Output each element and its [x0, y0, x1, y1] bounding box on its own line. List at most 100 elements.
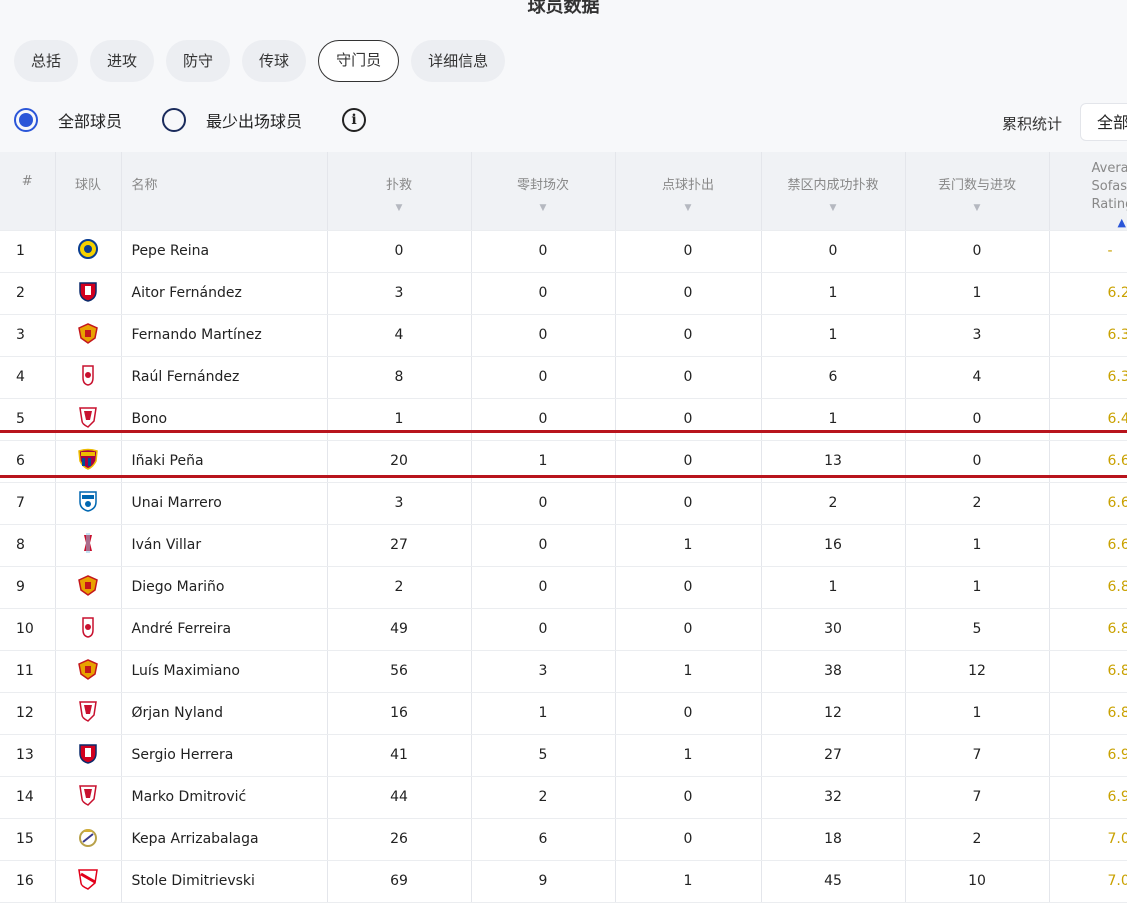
min-appearances-radio[interactable]	[162, 108, 186, 132]
sort-arrow-active-icon[interactable]: ▲	[1050, 216, 1127, 229]
saves-header[interactable]: 扑救▼	[327, 152, 471, 230]
table-row[interactable]: 8Iván Villar27011616.6	[0, 524, 1127, 566]
clean-sheets-header-label: 零封场次	[517, 178, 569, 193]
all-players-radio[interactable]	[14, 108, 38, 132]
table-row[interactable]: 15Kepa Arrizabalaga26601827.0	[0, 818, 1127, 860]
player-name-cell[interactable]: Iván Villar	[121, 524, 327, 566]
table-row[interactable]: 16Stole Dimitrievski699145107.0	[0, 860, 1127, 902]
saves-cell: 27	[327, 524, 471, 566]
tab-3[interactable]: 传球	[242, 40, 306, 82]
table-row[interactable]: 9Diego Mariño200116.8	[0, 566, 1127, 608]
tab-4[interactable]: 守门员	[318, 40, 399, 82]
rank-cell: 12	[0, 692, 55, 734]
tab-5[interactable]: 详细信息	[411, 40, 505, 82]
penalties-saved-header[interactable]: 点球扑出▼	[615, 152, 761, 230]
sort-arrow-icon[interactable]: ▼	[906, 203, 1049, 213]
table-row[interactable]: 14Marko Dmitrović44203276.9	[0, 776, 1127, 818]
player-name-cell[interactable]: Luís Maximiano	[121, 650, 327, 692]
player-name-cell[interactable]: Aitor Fernández	[121, 272, 327, 314]
team-cell[interactable]	[55, 692, 121, 734]
team-cell[interactable]	[55, 440, 121, 482]
granada-crest-icon[interactable]	[77, 364, 99, 390]
saves-cell: 1	[327, 398, 471, 440]
barcelona-crest-icon[interactable]	[77, 448, 99, 474]
player-name-cell[interactable]: André Ferreira	[121, 608, 327, 650]
saves-inside-box-header[interactable]: 禁区内成功扑救▼	[761, 152, 905, 230]
team-cell[interactable]	[55, 314, 121, 356]
villarreal-crest-icon[interactable]	[77, 238, 99, 264]
min-appearances-label[interactable]: 最少出场球员	[206, 108, 302, 132]
avg-rating-header[interactable]: Average Sofascore Rating▲	[1049, 152, 1127, 230]
team-cell[interactable]	[55, 272, 121, 314]
player-name-cell[interactable]: Pepe Reina	[121, 230, 327, 272]
saves-cell: 8	[327, 356, 471, 398]
sevilla-crest-icon[interactable]	[77, 700, 99, 726]
player-name-cell[interactable]: Iñaki Peña	[121, 440, 327, 482]
sort-arrow-icon[interactable]: ▼	[616, 203, 761, 213]
team-cell[interactable]	[55, 818, 121, 860]
player-name-cell[interactable]: Kepa Arrizabalaga	[121, 818, 327, 860]
player-name-cell[interactable]: Unai Marrero	[121, 482, 327, 524]
cumulative-stats-select[interactable]: 全部	[1080, 103, 1127, 141]
real-madrid-crest-icon[interactable]	[77, 826, 99, 852]
team-cell[interactable]	[55, 776, 121, 818]
info-circle-icon[interactable]: i	[342, 108, 366, 132]
team-cell[interactable]	[55, 356, 121, 398]
table-row[interactable]: 10André Ferreira49003056.8	[0, 608, 1127, 650]
player-name-cell[interactable]: Marko Dmitrović	[121, 776, 327, 818]
table-row[interactable]: 12Ørjan Nyland16101216.8	[0, 692, 1127, 734]
saves-inside-box-cell: 16	[761, 524, 905, 566]
player-name-cell[interactable]: Fernando Martínez	[121, 314, 327, 356]
penalties-saved-cell: 1	[615, 524, 761, 566]
celta-crest-icon[interactable]	[77, 532, 99, 558]
tab-0[interactable]: 总括	[14, 40, 78, 82]
player-name-cell[interactable]: Diego Mariño	[121, 566, 327, 608]
sevilla-crest-icon[interactable]	[77, 784, 99, 810]
penalties-saved-cell: 0	[615, 314, 761, 356]
almeria-crest-icon[interactable]	[77, 574, 99, 600]
team-cell[interactable]	[55, 860, 121, 902]
sort-arrow-icon[interactable]: ▼	[472, 203, 615, 213]
table-row[interactable]: 11Luís Maximiano563138126.8	[0, 650, 1127, 692]
osasuna-crest-icon[interactable]	[77, 742, 99, 768]
team-cell[interactable]	[55, 482, 121, 524]
player-name-cell[interactable]: Stole Dimitrievski	[121, 860, 327, 902]
team-cell[interactable]	[55, 230, 121, 272]
team-cell[interactable]	[55, 566, 121, 608]
almeria-crest-icon[interactable]	[77, 322, 99, 348]
tab-2[interactable]: 防守	[166, 40, 230, 82]
granada-crest-icon[interactable]	[77, 616, 99, 642]
almeria-crest-icon[interactable]	[77, 658, 99, 684]
table-row[interactable]: 5Bono100106.4	[0, 398, 1127, 440]
all-players-label[interactable]: 全部球员	[58, 108, 122, 132]
table-row[interactable]: 4Raúl Fernández800646.3	[0, 356, 1127, 398]
table-row[interactable]: 7Unai Marrero300226.6	[0, 482, 1127, 524]
player-name-cell[interactable]: Raúl Fernández	[121, 356, 327, 398]
real-sociedad-crest-icon[interactable]	[77, 490, 99, 516]
player-name-cell[interactable]: Bono	[121, 398, 327, 440]
team-cell[interactable]	[55, 608, 121, 650]
sort-arrow-icon[interactable]: ▼	[328, 203, 471, 213]
team-cell[interactable]	[55, 650, 121, 692]
rayo-crest-icon[interactable]	[77, 868, 99, 894]
rank-cell: 7	[0, 482, 55, 524]
team-cell[interactable]	[55, 524, 121, 566]
osasuna-crest-icon[interactable]	[77, 280, 99, 306]
team-cell[interactable]	[55, 398, 121, 440]
table-row[interactable]: 6Iñaki Peña20101306.6	[0, 440, 1127, 482]
table-row[interactable]: 3Fernando Martínez400136.3	[0, 314, 1127, 356]
team-cell[interactable]	[55, 734, 121, 776]
sevilla-crest-icon[interactable]	[77, 406, 99, 432]
player-name-cell[interactable]: Ørjan Nyland	[121, 692, 327, 734]
table-row[interactable]: 13Sergio Herrera41512776.9	[0, 734, 1127, 776]
sort-arrow-icon[interactable]: ▼	[762, 203, 905, 213]
player-name-cell[interactable]: Sergio Herrera	[121, 734, 327, 776]
goals-conceded-header[interactable]: 丢门数与进攻▼	[905, 152, 1049, 230]
table-row[interactable]: 2Aitor Fernández300116.2	[0, 272, 1127, 314]
clean-sheets-header[interactable]: 零封场次 ▼	[471, 152, 615, 230]
clean-sheets-cell: 0	[471, 272, 615, 314]
tab-1[interactable]: 进攻	[90, 40, 154, 82]
saves-inside-box-cell: 32	[761, 776, 905, 818]
table-row[interactable]: 1Pepe Reina00000-	[0, 230, 1127, 272]
saves-cell: 16	[327, 692, 471, 734]
